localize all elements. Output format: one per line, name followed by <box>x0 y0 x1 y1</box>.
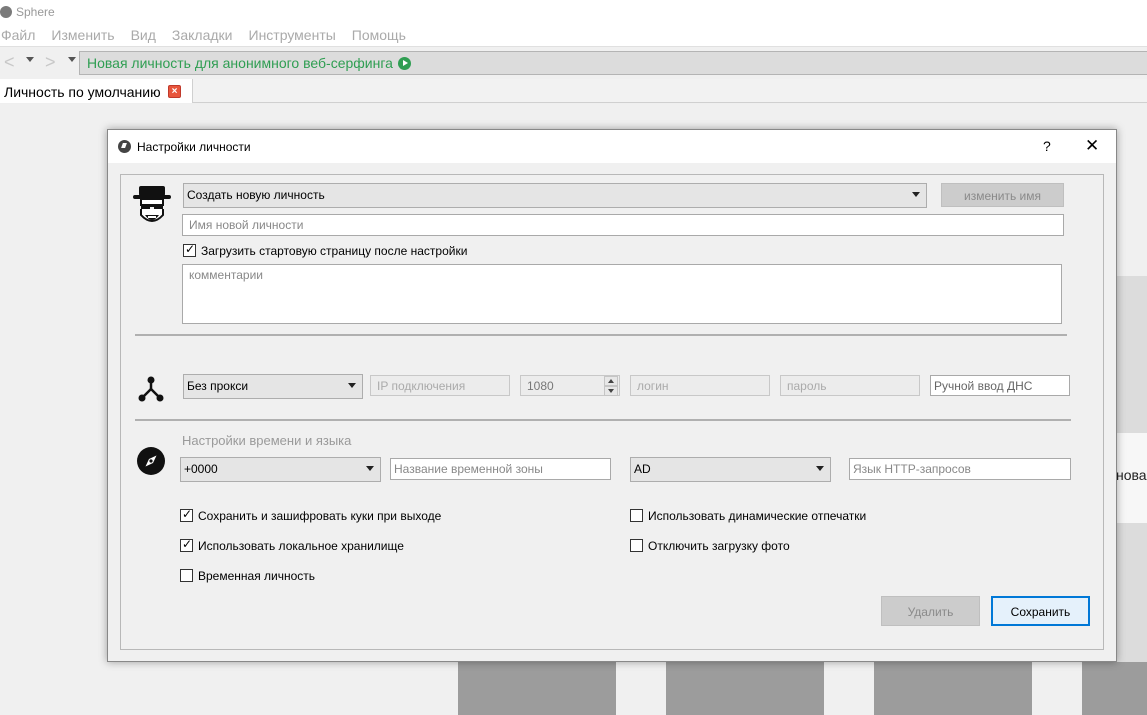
temporary-identity-label: Временная личность <box>198 569 316 583</box>
address-bar[interactable]: Новая личность для анонимного веб-серфин… <box>79 51 1147 75</box>
chevron-down-icon <box>348 383 356 388</box>
dynamic-fingerprints-label: Использовать динамические отпечатки <box>648 509 867 523</box>
proxy-type-select[interactable]: Без прокси <box>183 374 363 399</box>
http-language-input[interactable]: Язык HTTP-запросов <box>849 458 1071 480</box>
chevron-down-icon <box>366 466 374 471</box>
disable-images-checkbox[interactable] <box>630 539 643 552</box>
incognito-hat-icon <box>133 186 171 222</box>
identity-select-value: Создать новую личность <box>187 188 325 202</box>
close-button[interactable]: ✕ <box>1085 136 1099 156</box>
utc-offset-select[interactable]: +0000 <box>180 457 381 482</box>
load-start-page-label: Загрузить стартовую страницу после настр… <box>201 244 468 258</box>
save-button[interactable]: Сохранить <box>991 596 1090 626</box>
compass-icon <box>137 447 165 475</box>
country-select[interactable]: AD <box>630 457 831 482</box>
close-icon[interactable]: × <box>168 85 181 98</box>
menu-bar: Файл Изменить Вид Закладки Инструменты П… <box>0 24 1147 46</box>
temporary-identity-checkbox[interactable] <box>180 569 193 582</box>
section-divider <box>135 334 1067 336</box>
port-decrement-icon[interactable] <box>604 386 618 396</box>
forward-icon[interactable]: > <box>45 53 56 71</box>
load-start-page-checkbox[interactable] <box>183 242 196 257</box>
menu-bookmarks[interactable]: Закладки <box>172 24 241 46</box>
dialog-title: Настройки личности <box>137 140 251 154</box>
background-tile <box>1082 662 1147 715</box>
dynamic-fingerprints-checkbox[interactable] <box>630 509 643 522</box>
app-icon <box>0 6 12 18</box>
back-icon[interactable]: < <box>4 53 15 71</box>
proxy-port-value: 1080 <box>527 379 554 393</box>
utc-offset-value: +0000 <box>184 462 218 476</box>
dialog-titlebar: Настройки личности ? ✕ <box>108 130 1116 163</box>
back-history-dropdown-icon[interactable] <box>26 57 34 62</box>
country-value: AD <box>634 462 651 476</box>
window-title: Sphere <box>16 5 55 19</box>
port-increment-icon[interactable] <box>604 376 618 386</box>
identity-name-input[interactable]: Имя новой личности <box>182 214 1064 236</box>
menu-help[interactable]: Помощь <box>352 24 414 46</box>
forward-history-dropdown-icon[interactable] <box>68 57 76 62</box>
navigation-bar: < > Новая личность для анонимного веб-се… <box>0 46 1147 79</box>
app-logo-icon <box>118 140 131 153</box>
proxy-ip-input[interactable]: IP подключения <box>370 375 510 396</box>
dns-input[interactable]: Ручной ввод ДНС <box>930 375 1070 396</box>
chevron-down-icon <box>816 466 824 471</box>
save-cookies-label: Сохранить и зашифровать куки при выходе <box>198 509 442 523</box>
menu-tools[interactable]: Инструменты <box>249 24 344 46</box>
help-button[interactable]: ? <box>1043 138 1051 154</box>
menu-file[interactable]: Файл <box>0 24 43 46</box>
delete-button[interactable]: Удалить <box>881 596 980 626</box>
time-language-section-title: Настройки времени и языка <box>182 433 352 448</box>
save-cookies-checkbox[interactable] <box>180 507 193 522</box>
section-divider <box>135 419 1071 421</box>
local-storage-checkbox[interactable] <box>180 537 193 552</box>
background-tile <box>874 662 1032 715</box>
proxy-type-value: Без прокси <box>187 379 249 393</box>
play-circle-icon[interactable] <box>397 57 411 70</box>
address-text: Новая личность для анонимного веб-серфин… <box>87 55 411 71</box>
menu-view[interactable]: Вид <box>131 24 164 46</box>
background-tile <box>666 662 824 715</box>
timezone-name-input[interactable]: Название временной зоны <box>390 458 611 480</box>
tab-label: Личность по умолчанию <box>4 84 161 100</box>
disable-images-label: Отключить загрузку фото <box>648 539 790 553</box>
local-storage-label: Использовать локальное хранилище <box>198 539 404 553</box>
proxy-login-input[interactable]: логин <box>630 375 770 396</box>
identity-select[interactable]: Создать новую личность <box>183 183 927 208</box>
identity-settings-dialog: Настройки личности ? ✕ Создать новую лич… <box>107 129 1117 662</box>
background-card-label: новая <box>1116 467 1147 483</box>
menu-edit[interactable]: Изменить <box>51 24 122 46</box>
proxy-password-input[interactable]: пароль <box>780 375 920 396</box>
rename-button[interactable]: изменить имя <box>941 183 1064 207</box>
comments-textarea[interactable]: комментарии <box>182 264 1062 324</box>
background-tile <box>458 662 616 715</box>
network-proxy-icon <box>138 376 164 402</box>
address-label: Новая личность для анонимного веб-серфин… <box>87 55 393 71</box>
window-titlebar: Sphere <box>0 0 1147 24</box>
chevron-down-icon <box>912 192 920 197</box>
tab-bar: Личность по умолчанию × <box>0 79 1147 103</box>
tab-default-identity[interactable]: Личность по умолчанию × <box>0 79 193 103</box>
